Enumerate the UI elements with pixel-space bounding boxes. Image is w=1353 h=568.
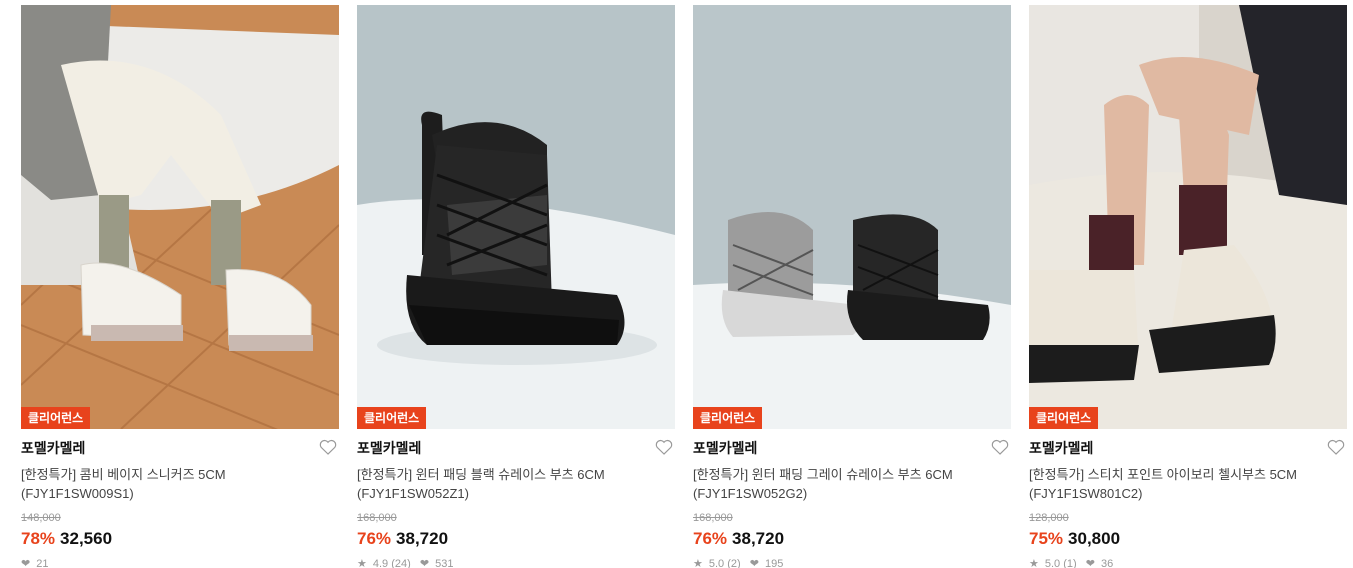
original-price: 168,000 (357, 512, 397, 524)
brand-name[interactable]: 포멜카멜레 (357, 439, 675, 457)
brand-row: 포멜카멜레 (693, 439, 1011, 463)
product-card[interactable]: 클리어런스 포멜카멜레 [한정특가] 윈터 패딩 블랙 슈레이스 부츠 6CM … (357, 5, 675, 568)
heart-outline-icon[interactable] (319, 439, 337, 455)
heart-outline-icon[interactable] (655, 439, 673, 455)
product-card[interactable]: 클리어런스 포멜카멜레 [한정특가] 윈터 패딩 그레이 슈레이스 부츠 6CM… (693, 5, 1011, 568)
product-card[interactable]: 클리어런스 포멜카멜레 [한정특가] 스티치 포인트 아이보리 첼시부츠 5CM… (1029, 5, 1347, 568)
star-icon: ★ (357, 558, 367, 568)
sale-price: 38,720 (732, 529, 785, 548)
like-count: 36 (1100, 558, 1114, 568)
product-meta: ★ 5.0 (2) ❤ 195 (693, 557, 1011, 568)
clearance-badge: 클리어런스 (21, 407, 91, 429)
price-row: 76% 38,720 (693, 528, 1011, 550)
product-name[interactable]: [한정특가] 윈터 패딩 그레이 슈레이스 부츠 6CM (FJY1F1SW05… (693, 465, 993, 503)
heart-outline-icon[interactable] (991, 439, 1009, 455)
product-image[interactable]: 클리어런스 (357, 5, 675, 429)
star-icon: ★ (693, 558, 703, 568)
product-name[interactable]: [한정특가] 콤비 베이지 스니커즈 5CM (FJY1F1SW009S1) (21, 465, 321, 503)
product-card[interactable]: 클리어런스 포멜카멜레 [한정특가] 콤비 베이지 스니커즈 5CM (FJY1… (21, 5, 339, 568)
price-row: 75% 30,800 (1029, 528, 1347, 550)
price-row: 78% 32,560 (21, 528, 339, 550)
heart-filled-icon: ❤ (1085, 558, 1095, 568)
rating: 5.0 (2) (708, 558, 741, 568)
heart-filled-icon: ❤ (749, 558, 759, 568)
product-image[interactable]: 클리어런스 (693, 5, 1011, 429)
product-meta: ❤ 21 (21, 557, 339, 568)
product-name[interactable]: [한정특가] 윈터 패딩 블랙 슈레이스 부츠 6CM (FJY1F1SW052… (357, 465, 657, 503)
brand-name[interactable]: 포멜카멜레 (693, 439, 1011, 457)
heart-filled-icon: ❤ (21, 558, 31, 568)
original-price: 128,000 (1029, 512, 1069, 524)
brand-row: 포멜카멜레 (21, 439, 339, 463)
brand-row: 포멜카멜레 (1029, 439, 1347, 463)
product-name[interactable]: [한정특가] 스티치 포인트 아이보리 첼시부츠 5CM (FJY1F1SW80… (1029, 465, 1329, 503)
price-row: 76% 38,720 (357, 528, 675, 550)
discount-rate: 76% (693, 529, 728, 548)
discount-rate: 78% (21, 529, 56, 548)
star-icon: ★ (1029, 558, 1039, 568)
product-grid: 클리어런스 포멜카멜레 [한정특가] 콤비 베이지 스니커즈 5CM (FJY1… (21, 5, 1347, 568)
sale-price: 38,720 (396, 529, 449, 548)
brand-name[interactable]: 포멜카멜레 (21, 439, 339, 457)
product-image[interactable]: 클리어런스 (1029, 5, 1347, 429)
heart-filled-icon: ❤ (419, 558, 430, 568)
sale-price: 32,560 (60, 529, 113, 548)
brand-row: 포멜카멜레 (357, 439, 675, 463)
discount-rate: 75% (1029, 529, 1064, 548)
like-count: 195 (764, 558, 784, 568)
brand-name[interactable]: 포멜카멜레 (1029, 439, 1347, 457)
discount-rate: 76% (357, 529, 392, 548)
product-image[interactable]: 클리어런스 (21, 5, 339, 429)
original-price: 168,000 (693, 512, 733, 524)
product-meta: ★ 5.0 (1) ❤ 36 (1029, 557, 1347, 568)
rating: 4.9 (24) (372, 558, 411, 568)
clearance-badge: 클리어런스 (357, 407, 427, 429)
original-price: 148,000 (21, 512, 61, 524)
product-meta: ★ 4.9 (24) ❤ 531 (357, 557, 675, 568)
clearance-badge: 클리어런스 (693, 407, 763, 429)
like-count: 531 (435, 558, 454, 568)
sale-price: 30,800 (1068, 529, 1121, 548)
rating: 5.0 (1) (1044, 558, 1077, 568)
like-count: 21 (36, 558, 49, 568)
heart-outline-icon[interactable] (1327, 439, 1345, 455)
clearance-badge: 클리어런스 (1029, 407, 1099, 429)
